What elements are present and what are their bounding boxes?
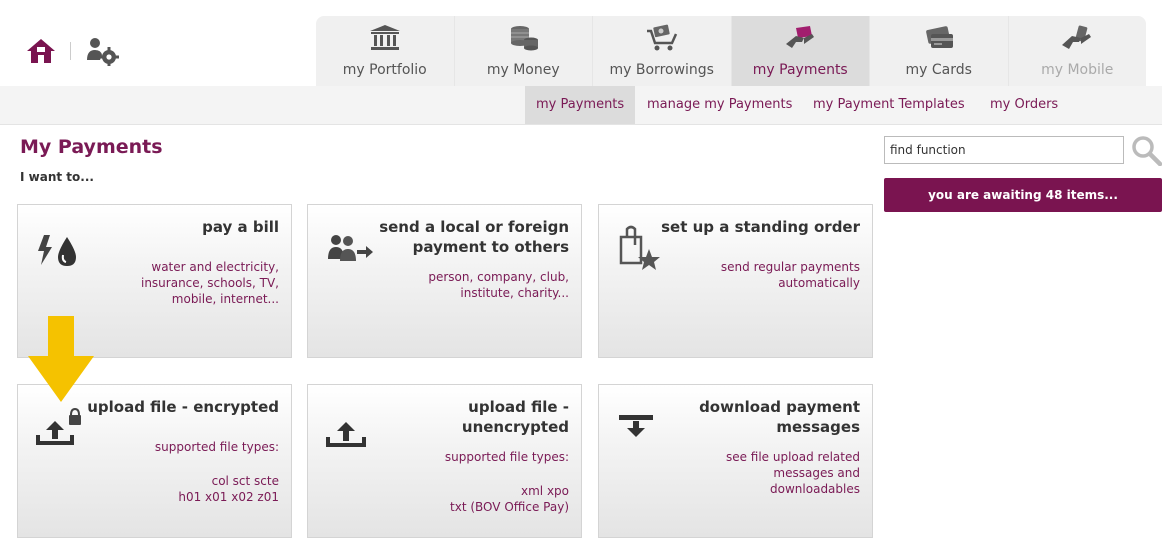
tab-my-mobile[interactable]: my Mobile [1009,16,1147,86]
tab-my-money[interactable]: my Money [455,16,593,86]
user-settings-icon[interactable] [86,36,120,66]
search-icon[interactable] [1130,134,1162,166]
tag-star-icon [619,225,660,270]
subnav-my-payments[interactable]: my Payments [525,86,636,124]
card-description: see file upload related messages and dow… [725,450,860,496]
card-upload-file-unencrypted[interactable]: upload file - unencrypted supported file… [307,384,582,538]
card-description: person, company, club, institute, charit… [428,270,569,300]
subnav-my-payment-templates[interactable]: my Payment Templates [802,86,976,124]
card-upload-file-encrypted[interactable]: upload file - encrypted supported file t… [17,384,292,538]
tab-label: my Cards [905,62,972,78]
coins-icon [511,26,539,51]
header-separator [70,42,71,60]
download-icon [619,415,653,437]
upload-icon [326,422,366,447]
tab-my-portfolio[interactable]: my Portfolio [316,16,455,86]
people-transfer-icon [328,235,373,261]
subnav-manage-my-payments[interactable]: manage my Payments [636,86,803,124]
tab-my-cards[interactable]: my Cards [870,16,1009,86]
card-file-types: xml xpo txt (BOV Office Pay) [450,484,569,514]
tab-label: my Borrowings [609,62,714,78]
upload-lock-icon [36,407,81,445]
awaiting-items-button[interactable]: you are awaiting 48 items... [884,178,1162,212]
tab-label: my Payments [752,62,848,78]
bolt-drop-icon [38,235,76,266]
tab-my-payments[interactable]: my Payments [731,16,870,86]
sub-navigation: my Payments manage my Payments my Paymen… [0,86,1162,125]
card-standing-order[interactable]: set up a standing order send regular pay… [598,204,873,358]
card-download-payment-messages[interactable]: download payment messages see file uploa… [598,384,873,538]
tab-label: my Money [486,62,560,78]
card-title: upload file - encrypted [87,398,279,416]
bank-icon [369,25,400,50]
card-title: send a local or foreign payment to other… [379,218,569,256]
card-file-types: col sct scte h01 x01 x02 z01 [178,474,279,504]
home-icon[interactable] [26,38,56,64]
cards-icon [925,26,953,48]
card-title: pay a bill [202,218,279,236]
card-title: download payment messages [699,398,860,436]
payment-hand-icon [786,26,815,48]
card-description: supported file types: [154,440,279,454]
card-title: upload file - unencrypted [461,398,569,436]
tab-my-borrowings[interactable]: my Borrowings [593,16,732,86]
subnav-my-orders[interactable]: my Orders [979,86,1069,124]
page-subtitle: I want to... [20,170,94,184]
mobile-hand-icon [1062,25,1092,49]
card-description: send regular payments automatically [720,260,860,290]
card-description: supported file types: [444,450,569,464]
find-function-input[interactable] [884,136,1124,164]
cart-icon [646,24,677,51]
page-title: My Payments [20,136,163,158]
main-tabs: my Portfolio my Money my Borrowings my P… [316,16,1146,86]
card-title: set up a standing order [661,218,860,236]
tab-label: my Portfolio [342,62,427,78]
card-send-payment[interactable]: send a local or foreign payment to other… [307,204,582,358]
yellow-arrow-icon [28,316,94,402]
card-description: water and electricity, insurance, school… [140,260,279,306]
tab-label: my Mobile [1041,62,1114,78]
